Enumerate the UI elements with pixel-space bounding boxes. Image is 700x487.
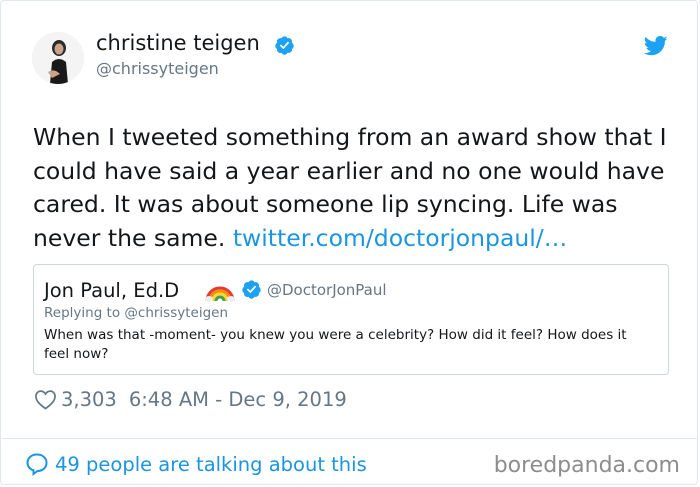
quoted-text: When was that -moment- you knew you were…: [44, 327, 627, 362]
watermark: boredpanda.com: [493, 453, 680, 478]
reply-bubble-icon: [26, 453, 48, 476]
tweet-link[interactable]: twitter.com/doctorjonpaul/…: [233, 224, 567, 252]
talking-count: 49 people are talking about this: [55, 452, 367, 476]
tweet-card: christine teigen @chrissyteigen When I t…: [0, 0, 698, 485]
author-handle[interactable]: @chrissyteigen: [96, 59, 219, 78]
display-name[interactable]: christine teigen: [96, 31, 260, 55]
replying-to: Replying to @chrissyteigen: [44, 305, 229, 321]
rainbow-icon: [205, 286, 235, 302]
like-count[interactable]: 3,303: [61, 388, 117, 411]
avatar[interactable]: [32, 32, 84, 84]
tweet-meta: 3,303 6:48 AM - Dec 9, 2019: [34, 387, 347, 411]
twitter-bird-icon[interactable]: [644, 36, 668, 56]
quoted-display-name: Jon Paul, Ed.D: [44, 279, 180, 302]
verified-badge-icon: [242, 280, 261, 299]
divider: [2, 438, 698, 439]
timestamp[interactable]: 6:48 AM - Dec 9, 2019: [129, 388, 347, 411]
quoted-tweet[interactable]: Jon Paul, Ed.D @DoctorJonPaul Replying t…: [33, 264, 669, 375]
heart-icon[interactable]: [34, 389, 57, 410]
verified-badge-icon: [275, 36, 294, 55]
quoted-handle: @DoctorJonPaul: [267, 281, 387, 299]
tweet-text: When I tweeted something from an award s…: [33, 121, 678, 255]
conversation-link[interactable]: 49 people are talking about this: [25, 451, 367, 477]
